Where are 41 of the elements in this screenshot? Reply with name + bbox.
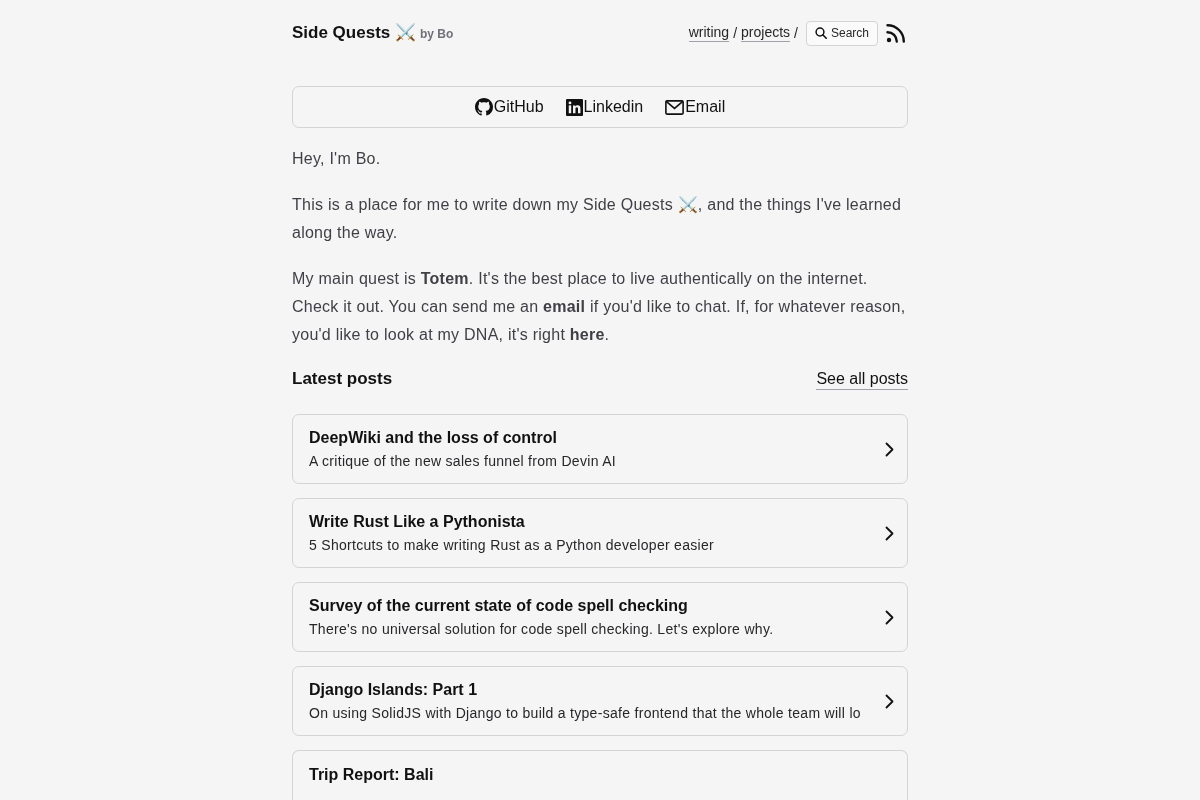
social-link[interactable]: Email bbox=[685, 95, 726, 119]
intro-paragraph: My main quest is Totem. It's the best place to live authentically on the internet. Check it out. You can send me an email if you'd like to chat. If, for whatever reason, you'd like to look at my DNA, it's right here. bbox=[292, 269, 907, 345]
rss-icon[interactable] bbox=[886, 23, 906, 43]
text-link[interactable]: here bbox=[569, 326, 605, 343]
chevron-right-icon bbox=[885, 441, 894, 457]
nav-link[interactable]: projects bbox=[741, 24, 791, 42]
post-title: DeepWiki and the loss of control bbox=[309, 428, 558, 448]
author-byline: by Bo bbox=[420, 26, 454, 44]
text-link[interactable]: Totem bbox=[420, 270, 469, 287]
post-title: Django Islands: Part 1 bbox=[309, 680, 479, 700]
social-link[interactable]: Linkedin bbox=[583, 95, 644, 119]
intro-paragraph: This is a place for me to write down my Side Quests ⚔, and the things I've learned along the way. bbox=[292, 195, 903, 243]
site-title[interactable]: Side Quests ⚔ bbox=[292, 20, 416, 46]
post-title: Trip Report: Bali bbox=[309, 765, 435, 785]
post-title: Survey of the current state of code spell checking bbox=[309, 596, 689, 616]
search-button[interactable]: Search bbox=[805, 20, 878, 46]
chevron-right-icon bbox=[885, 609, 894, 625]
github-icon bbox=[474, 98, 493, 116]
post-description: On using SolidJS with Django to build a type-safe frontend that the whole team will lo bbox=[309, 704, 862, 723]
nav-separator: / bbox=[794, 23, 798, 43]
post-card[interactable]: Trip Report: Bali bbox=[292, 750, 908, 800]
post-card[interactable]: DeepWiki and the loss of control A critique of the new sales funnel from Devin AI bbox=[292, 414, 908, 484]
post-title: Write Rust Like a Pythonista bbox=[309, 512, 526, 532]
post-card[interactable]: Write Rust Like a Pythonista 5 Shortcuts to make writing Rust as a Python developer easier bbox=[292, 498, 908, 568]
section-heading: Latest posts bbox=[292, 368, 393, 390]
text-link[interactable]: email bbox=[543, 298, 586, 315]
post-description: 5 Shortcuts to make writing Rust as a Python developer easier bbox=[309, 536, 716, 555]
social-link[interactable]: GitHub bbox=[493, 95, 544, 119]
mail-icon bbox=[665, 99, 685, 115]
nav-separator: / bbox=[733, 23, 738, 43]
nav-link[interactable]: writing bbox=[688, 24, 730, 42]
chevron-right-icon bbox=[885, 525, 894, 541]
post-card[interactable]: Django Islands: Part 1 On using SolidJS with Django to build a type-safe frontend that the whole team will lo bbox=[292, 666, 908, 736]
post-description: A critique of the new sales funnel from Devin AI bbox=[309, 452, 617, 471]
post-card[interactable]: Survey of the current state of code spell checking There's no universal solution for code spell checking. Let's explore why. bbox=[292, 582, 908, 652]
intro-paragraph: Hey, I'm Bo. bbox=[292, 149, 382, 169]
post-description: There's no universal solution for code spell checking. Let's explore why. bbox=[309, 620, 775, 639]
linkedin-icon bbox=[565, 98, 583, 116]
search-icon bbox=[814, 27, 827, 39]
see-all-posts-link[interactable]: See all posts bbox=[816, 368, 908, 390]
chevron-right-icon bbox=[885, 693, 894, 709]
